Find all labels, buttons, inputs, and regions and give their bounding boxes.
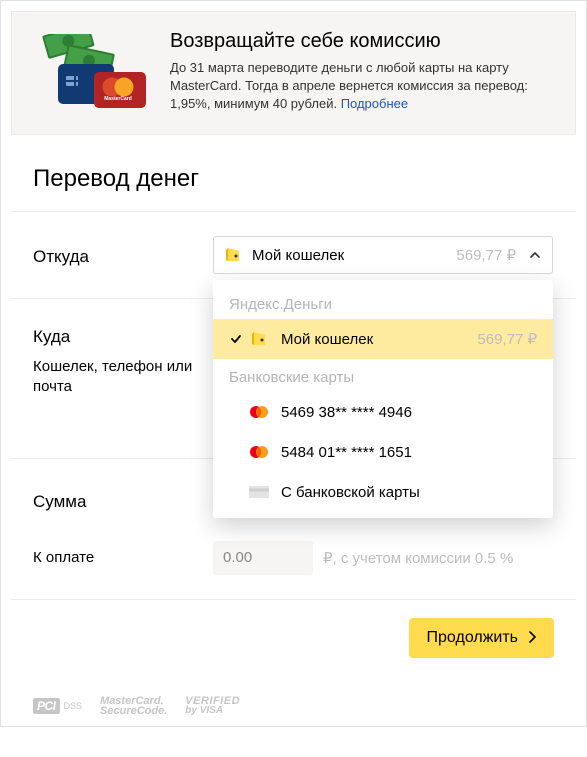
row-from: Откуда Мой кошелек 569,77 ₽ [11,212,576,298]
mastercard-securecode-badge: MasterCard. SecureCode. [100,696,167,717]
to-label: Куда [33,323,213,347]
dropdown-item-card[interactable]: 5484 01** **** 1651 [213,432,553,472]
dropdown-item-label: С банковской карты [281,484,537,501]
dropdown-item-label: Мой кошелек [281,331,477,348]
topay-value: 0.00 [213,541,313,575]
dropdown-item-balance: 569,77 ₽ [477,330,537,348]
verified-by-visa-badge: VERIFIED by VISA [185,696,240,716]
page-title: Перевод денег [33,165,576,193]
card-icon [247,485,271,499]
mastercard-icon [247,405,271,419]
chevron-up-icon [528,248,542,262]
check-icon [225,332,247,346]
promo-illustration: MasterCard [32,34,152,114]
to-sublabel: Кошелек, телефон или почта [33,357,213,398]
pci-label: PCI [33,698,60,714]
promo-link[interactable]: Подробнее [341,96,408,111]
from-dropdown: Яндекс.Деньги Мой кошелек 569,77 ₽ [213,280,553,518]
from-select[interactable]: Мой кошелек 569,77 ₽ [213,236,553,274]
dropdown-group-wallet: Яндекс.Деньги [213,286,553,319]
security-badges: PCI DSS MasterCard. SecureCode. VERIFIED… [11,686,576,717]
dropdown-item-wallet[interactable]: Мой кошелек 569,77 ₽ [213,319,553,359]
from-select-balance: 569,77 ₽ [456,246,516,264]
promo-title: Возвращайте себе комиссию [170,30,555,53]
from-label: Откуда [33,243,213,267]
dropdown-item-newcard[interactable]: С банковской карты [213,472,553,512]
amount-label: Сумма [33,488,213,512]
dropdown-item-label: 5484 01** **** 1651 [281,444,537,461]
dss-label: DSS [64,701,83,711]
mastercard-icon [247,445,271,459]
promo-banner: MasterCard Возвращайте себе комиссию До … [11,11,576,135]
dropdown-item-card[interactable]: 5469 38** **** 4946 [213,392,553,432]
topay-note: ₽, с учетом комиссии 0.5 % [323,549,513,567]
continue-button-label: Продолжить [427,629,518,647]
svg-text:MasterCard: MasterCard [104,96,132,102]
continue-button[interactable]: Продолжить [409,618,554,658]
pci-dss-badge: PCI DSS [33,698,82,714]
chevron-right-icon [528,631,536,645]
dropdown-item-label: 5469 38** **** 4946 [281,404,537,421]
wallet-icon [224,246,242,264]
mc-line2: SecureCode. [100,706,167,716]
actions: Продолжить [11,600,576,686]
topay-label: К оплате [33,549,213,566]
wallet-icon [247,330,271,348]
from-select-label: Мой кошелек [252,247,448,264]
promo-description: До 31 марта переводите деньги с любой ка… [170,59,555,114]
dropdown-group-cards: Банковские карты [213,359,553,392]
vv-line2: by VISA [185,706,240,716]
row-topay: К оплате 0.00 ₽, с учетом комиссии 0.5 % [11,541,576,599]
